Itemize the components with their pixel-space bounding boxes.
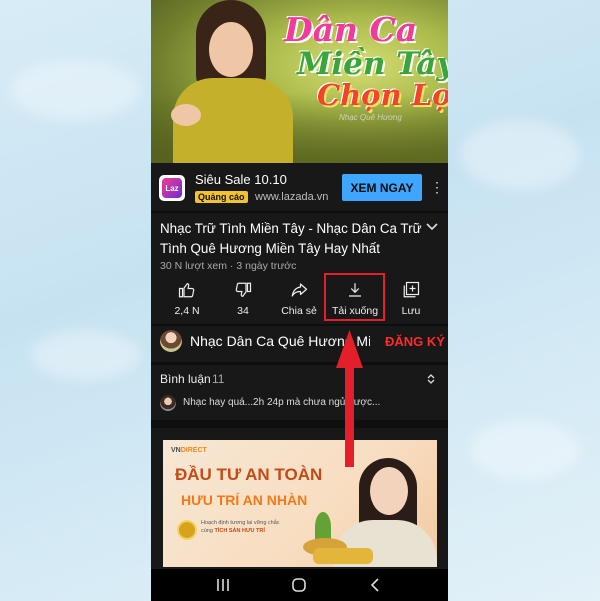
annotation-arrow-icon — [336, 330, 363, 467]
